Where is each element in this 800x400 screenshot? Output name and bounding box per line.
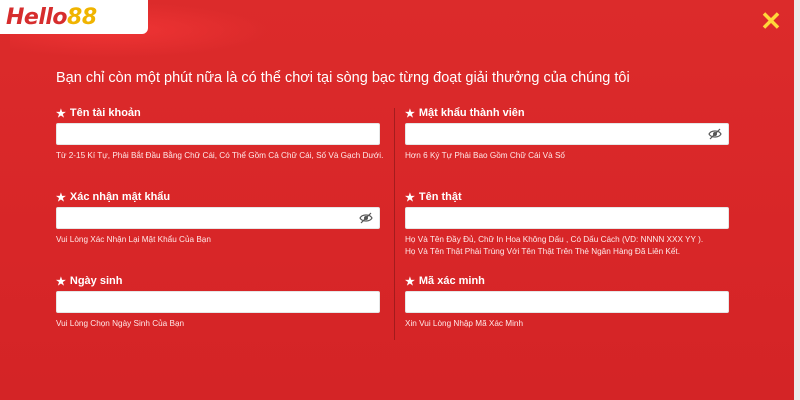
star-icon: ★ bbox=[56, 275, 66, 288]
eye-slash-icon[interactable] bbox=[708, 128, 722, 140]
member-password-label: ★ Mật khẩu thành viên bbox=[405, 106, 735, 120]
real-name-field: ★ Tên thật Họ Và Tên Đầy Đủ, Chữ In Hoa … bbox=[405, 190, 735, 258]
star-icon: ★ bbox=[405, 191, 415, 204]
member-password-hint: Hơn 6 Ký Tự Phải Bao Gồm Chữ Cái Và Số bbox=[405, 151, 565, 160]
birthday-input[interactable] bbox=[56, 291, 380, 313]
real-name-label-text: Tên thật bbox=[418, 191, 462, 203]
confirm-password-field: ★ Xác nhận mật khẩu Vui Lòng Xác Nhận Lạ… bbox=[56, 190, 386, 246]
username-field: ★ Tên tài khoản Từ 2-15 Kí Tự, Phải Bắt … bbox=[56, 106, 386, 162]
confirm-password-hint: Vui Lòng Xác Nhận Lại Mật Khẩu Của Bạn bbox=[56, 235, 211, 244]
username-input[interactable] bbox=[56, 123, 380, 145]
logo-text: Hello88 bbox=[6, 4, 97, 30]
page-title: Bạn chỉ còn một phút nữa là có thể chơi … bbox=[56, 70, 630, 86]
birthday-label: ★ Ngày sinh bbox=[56, 274, 386, 288]
eye-slash-icon[interactable] bbox=[359, 212, 373, 224]
real-name-hint: Họ Và Tên Đầy Đủ, Chữ In Hoa Không Dấu ,… bbox=[405, 234, 745, 258]
username-label-text: Tên tài khoản bbox=[69, 107, 141, 119]
column-divider bbox=[394, 108, 395, 340]
birthday-label-text: Ngày sinh bbox=[69, 275, 123, 287]
star-icon: ★ bbox=[56, 107, 66, 120]
confirm-password-label-text: Xác nhận mật khẩu bbox=[69, 191, 171, 203]
real-name-input[interactable] bbox=[405, 207, 729, 229]
username-hint: Từ 2-15 Kí Tự, Phải Bắt Đầu Bằng Chữ Cái… bbox=[56, 151, 384, 160]
brand-logo: Hello88 bbox=[0, 0, 148, 34]
star-icon: ★ bbox=[405, 275, 415, 288]
member-password-field: ★ Mật khẩu thành viên Hơn 6 Ký Tự Phải B… bbox=[405, 106, 735, 162]
username-label: ★ Tên tài khoản bbox=[56, 106, 386, 120]
verification-code-input[interactable] bbox=[405, 291, 729, 313]
real-name-hint-line2: Họ Và Tên Thật Phải Trùng Với Tên Thật T… bbox=[405, 247, 680, 256]
verification-code-label-text: Mã xác minh bbox=[418, 275, 485, 287]
verification-code-label: ★ Mã xác minh bbox=[405, 274, 735, 288]
birthday-hint: Vui Lòng Chọn Ngày Sinh Của Bạn bbox=[56, 319, 185, 328]
verification-code-field: ★ Mã xác minh Xin Vui Lòng Nhập Mã Xác M… bbox=[405, 274, 735, 330]
confirm-password-input[interactable] bbox=[56, 207, 380, 229]
member-password-input[interactable] bbox=[405, 123, 729, 145]
real-name-hint-line1: Họ Và Tên Đầy Đủ, Chữ In Hoa Không Dấu ,… bbox=[405, 235, 704, 244]
logo-number: 88 bbox=[67, 4, 97, 30]
verification-code-hint: Xin Vui Lòng Nhập Mã Xác Minh bbox=[405, 319, 524, 328]
real-name-label: ★ Tên thật bbox=[405, 190, 735, 204]
member-password-label-text: Mật khẩu thành viên bbox=[418, 107, 525, 119]
modal-edge bbox=[794, 0, 800, 400]
confirm-password-label: ★ Xác nhận mật khẩu bbox=[56, 190, 386, 204]
star-icon: ★ bbox=[405, 107, 415, 120]
registration-modal: Hello88 ✕ Bạn chỉ còn một phút nữa là có… bbox=[0, 0, 800, 400]
star-icon: ★ bbox=[56, 191, 66, 204]
close-icon[interactable]: ✕ bbox=[758, 8, 784, 34]
birthday-field: ★ Ngày sinh Vui Lòng Chọn Ngày Sinh Của … bbox=[56, 274, 386, 330]
